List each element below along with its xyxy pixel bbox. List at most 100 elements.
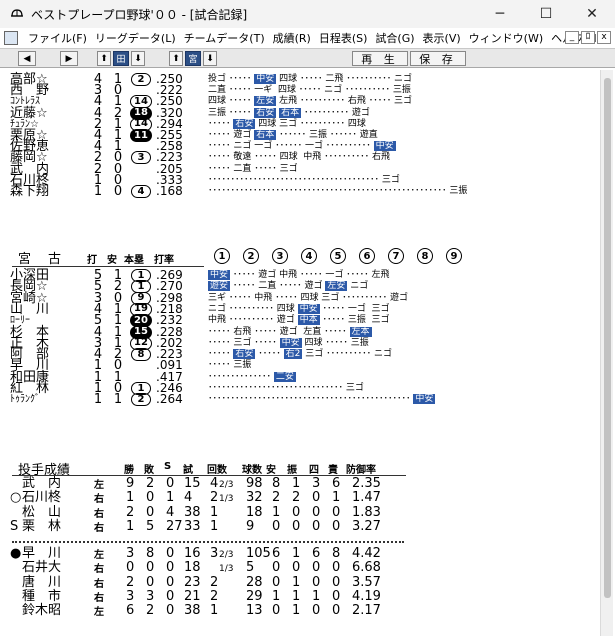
batter-row: 森下翔 1 0 4 .168 ･･････････････････････････････… [10,185,600,198]
next-game-button[interactable]: ▶ [60,51,78,66]
era: 1.83 [352,504,381,520]
games: 38 [184,603,201,619]
games: 4 [184,490,193,506]
earned-runs: 0 [332,588,341,604]
losses: 0 [146,490,155,506]
home-team-button[interactable]: 田 [113,51,129,66]
hit-result: 右安 [233,349,256,360]
wins: 9 [126,476,135,491]
hit-result: 中本 [297,315,320,326]
scroll-up-home-button[interactable]: ⬆ [97,51,111,66]
up-arrow-icon: ⬆ [172,53,180,64]
pitcher-decision-mark: S [10,518,19,534]
at-bat-result: ･････ 右飛 ･････ 遊ゴ 左直 ･････ [208,326,350,337]
walks: 0 [312,560,321,576]
pitcher-name: 種 市 [22,588,62,604]
pitcher-name: 石井大 [22,560,62,576]
batter-name: 森下翔 [10,184,50,199]
menu-file[interactable]: ファイル(F) [24,30,91,46]
pitching-column-header: 安 [266,465,276,476]
at-bat-result: 三振 ･････ [208,107,255,118]
scroll-down-home-button[interactable]: ⬇ [131,51,145,66]
pitching-column-header: 敗 [144,465,154,476]
pitcher-name: 鈴木昭 [22,603,62,619]
games: 23 [184,574,201,590]
scroll-down-away-button[interactable]: ⬇ [203,51,217,66]
menu-league-data[interactable]: リーグデータ(L) [91,30,180,46]
at-bat-result: ････････････････････････････････････････… [208,394,414,405]
walks: 0 [312,603,321,619]
minimize-button[interactable]: ─ [477,0,523,28]
pitch-count: 28 [246,574,263,590]
earned-runs: 0 [332,574,341,590]
mdi-restore-button[interactable]: ﾛ [581,31,595,44]
maximize-button[interactable]: ☐ [523,0,569,28]
walks: 6 [312,546,321,561]
at-bat-result: ･････ [208,349,234,360]
games: 18 [184,560,201,576]
losses: 0 [146,560,155,576]
strikeouts: 1 [292,476,301,491]
home-run-count: 4 [130,185,152,198]
innings-pitched: 2 [210,588,219,604]
pitch-count: 13 [246,603,263,619]
pitch-count: 32 [246,490,263,506]
scroll-up-away-button[interactable]: ⬆ [169,51,183,66]
home-run-badge: 2 [131,393,151,407]
innings-pitched: 3 [210,546,219,561]
saves: 0 [166,588,175,604]
close-button[interactable]: ✕ [569,0,615,28]
menu-team-data[interactable]: チームデータ(T) [180,30,269,46]
strikeouts: 1 [292,546,301,561]
walks: 3 [312,476,321,491]
scrollbar-thumb[interactable] [604,78,611,598]
menu-stats[interactable]: 成績(R) [269,30,315,46]
games: 38 [184,504,201,520]
era: 6.68 [352,560,381,576]
games: 21 [184,588,201,604]
hit-result: 右安 [254,107,277,118]
innings-fraction: 1/3 [219,494,234,505]
title-bar: ベストプレープロ野球'００ - [試合記録] ─ ☐ ✕ [0,0,615,28]
pitcher-row: S栗 林右 1 5 27 33 1 9 0 0 0 0 3.27 [10,518,600,534]
strikeouts: 2 [292,490,301,506]
inning-number: 8 [417,248,433,264]
menu-window[interactable]: ウィンドウ(W) [465,30,547,46]
pitcher-row: 種 市右 3 3 0 21 2 29 1 1 1 0 4.19 [10,588,600,604]
pitch-count: 9 [246,518,255,534]
menu-schedule[interactable]: 日程表(S) [315,30,372,46]
at-bat-result: 二直 ･････ 一ギ 四球 ･････ ニゴ ･･････････ 三振 [208,85,411,96]
at-bat-result: ･････ [255,349,284,360]
mdi-close-button[interactable]: x [597,31,611,44]
wins: 3 [126,588,135,604]
at-bat-result: ･････ 三振 [208,360,252,371]
menu-view[interactable]: 表示(V) [419,30,465,46]
earned-runs: 0 [332,560,341,576]
mdi-minimize-button[interactable]: _ [565,31,579,44]
walks: 0 [312,574,321,590]
hits: 0 [113,184,123,199]
away-team-button[interactable]: 宮 [185,51,201,66]
previous-game-button[interactable]: ◀ [18,51,36,66]
hit-result: 右安 [233,118,256,129]
at-bat-result: ･････ 敬遠 ･････ 四球 中飛 ･･････････ 右飛 [208,152,391,163]
save-button[interactable]: 保 存 [410,51,466,66]
replay-button[interactable]: 再 生 [352,51,408,66]
losses: 8 [146,546,155,561]
column-header-avg: 打率 [154,255,174,266]
hit-result: 右本 [279,107,302,118]
at-bat-result: ニゴ [347,281,369,292]
document-window-icon[interactable] [4,31,18,45]
at-bat-result: ･･････ 三振 ･･････ 遊直 [276,130,378,140]
hits-allowed: 0 [272,518,281,534]
era: 4.19 [352,588,381,604]
menu-game[interactable]: 試合(G) [371,30,418,46]
pitch-count: 29 [246,588,263,604]
innings-fraction: 2/3 [219,480,234,490]
inning-number: 2 [243,248,259,264]
vertical-scrollbar[interactable] [600,70,613,636]
pitching-column-header: S [164,461,172,472]
hit-result: 中安 [208,270,231,280]
pitcher-name: 武 内 [22,476,62,491]
pitcher-name: 栗 林 [22,518,62,534]
